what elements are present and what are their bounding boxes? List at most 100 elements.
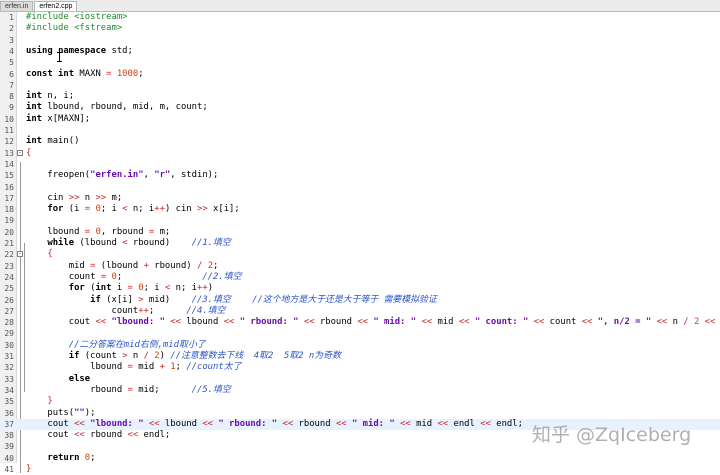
code-token: mid <box>132 362 160 373</box>
code-token: "erfen.in" <box>90 170 144 181</box>
code-line[interactable]: 7 <box>0 80 720 91</box>
code-token: " rbound: " <box>239 317 299 328</box>
code-token: namespace <box>58 45 107 56</box>
tab-erfen2-cpp[interactable]: erfen2.cpp <box>34 1 78 11</box>
fold-toggle-icon[interactable]: - <box>17 251 23 258</box>
code-token: rbound) <box>148 260 197 271</box>
line-number: 36 <box>4 408 14 418</box>
code-token: m; <box>154 226 171 237</box>
code-line[interactable]: 18 for (i = 0; i < n; i++) cin >> x[i]; <box>0 204 720 215</box>
code-line[interactable]: 33 else <box>0 374 720 385</box>
line-number: 37 <box>4 419 14 429</box>
code-token: << <box>282 418 294 429</box>
code-line[interactable]: 17 cin >> n >> m; <box>0 193 720 204</box>
code-text: puts(""); <box>26 408 95 419</box>
code-line[interactable]: 19 <box>0 215 720 226</box>
code-text: int x[MAXN]; <box>26 114 90 125</box>
code-token: ; <box>90 452 96 463</box>
code-line[interactable]: 26 if (x[i] > mid) //3.填空 //这个地方是大于还是大于等… <box>0 295 720 306</box>
code-text: //二分答案在mid右侧,mid取小了 <box>26 340 206 351</box>
line-number: 8 <box>9 92 14 102</box>
code-line[interactable]: 10 int x[MAXN]; <box>0 114 720 125</box>
code-text: lbound = mid + 1; //count太了 <box>26 362 241 373</box>
code-token: using <box>26 45 53 56</box>
code-token: i <box>111 283 128 294</box>
code-token: mid) <box>143 294 192 305</box>
code-line[interactable]: 16 <box>0 182 720 193</box>
code-token: "r" <box>154 170 171 181</box>
code-token: << <box>127 430 139 441</box>
code-token: ) <box>159 351 171 361</box>
code-line[interactable]: 29 <box>0 328 720 339</box>
code-line[interactable]: 24 count = 0; //2.填空 <box>0 272 720 283</box>
code-line[interactable]: 8 int n, i; <box>0 91 720 102</box>
code-line[interactable]: 15 freopen("erfen.in", "r", stdin); <box>0 170 720 181</box>
line-number: 1 <box>9 13 14 22</box>
line-number: 40 <box>4 453 14 463</box>
code-line[interactable]: 25 for (int i = 0; i < n; i++) <box>0 283 720 294</box>
code-line[interactable]: 11 <box>0 125 720 136</box>
code-line[interactable]: 22- { <box>0 249 720 260</box>
code-line[interactable]: 41} <box>0 464 720 475</box>
code-text: int main() <box>26 136 79 147</box>
code-line[interactable]: 28 cout << "lbound: " << lbound << " rbo… <box>0 317 720 328</box>
code-text: rbound = mid; //5.填空 <box>26 385 231 396</box>
code-token: mid <box>410 418 438 429</box>
code-token: (x[i] <box>100 294 139 305</box>
code-line[interactable]: 35 } <box>0 396 720 407</box>
code-line[interactable]: 30 //二分答案在mid右侧,mid取小了 <box>0 340 720 351</box>
code-token: int <box>26 102 43 113</box>
line-number: 29 <box>4 329 14 339</box>
code-line[interactable]: 20 lbound = 0, rbound = m; <box>0 227 720 238</box>
code-token: endl; <box>715 317 720 327</box>
code-line[interactable]: 21 while (lbound < rbound) //1.填空 <box>0 238 720 249</box>
code-line[interactable]: 6 const int MAXN = 1000; <box>0 69 720 80</box>
fold-toggle-icon[interactable]: - <box>17 149 23 156</box>
code-line[interactable]: 36 puts(""); <box>0 408 720 419</box>
code-line[interactable]: 5 <box>0 57 720 68</box>
tab-erfen-in[interactable]: erfen.in <box>0 1 34 11</box>
code-line[interactable]: 2 #include <fstream> <box>0 23 720 34</box>
code-token: << <box>480 418 491 429</box>
code-token: rbound) <box>127 238 192 248</box>
code-line[interactable]: 14 <box>0 159 720 170</box>
code-token: , <box>143 170 155 181</box>
code-token: n, i; <box>42 91 75 102</box>
line-number: 39 <box>4 442 14 452</box>
line-number: 3 <box>9 35 14 45</box>
code-token: //2.填空 <box>202 271 242 282</box>
line-number: 25 <box>4 284 14 294</box>
code-token: ; <box>175 362 187 373</box>
code-line[interactable]: 3 <box>0 35 720 46</box>
code-token: << <box>704 317 716 328</box>
code-line[interactable]: 12 int main() <box>0 136 720 147</box>
code-token: << <box>437 418 449 429</box>
code-line[interactable]: 23 mid = (lbound + rbound) / 2; <box>0 261 720 272</box>
code-token: << <box>533 317 545 328</box>
code-line[interactable]: 34 rbound = mid; //5.填空 <box>0 385 720 396</box>
code-line[interactable]: 4 using namespace std; <box>0 46 720 57</box>
code-line[interactable]: 32 lbound = mid + 1; //count太了 <box>0 362 720 373</box>
code-line[interactable]: 27 count++; //4.填空 <box>0 306 720 317</box>
code-line[interactable]: 1 #include <iostream> <box>0 12 720 23</box>
code-token: ; i <box>100 204 123 215</box>
code-editor[interactable]: 1 #include <iostream> 2 #include <fstream> 3… <box>0 12 720 474</box>
line-number: 4 <box>9 46 14 56</box>
code-token: x[MAXN]; <box>42 113 91 124</box>
code-text: const int MAXN = 1000; <box>26 69 144 80</box>
code-text: if (count > n / 2) //注意整数去下线 4取2 5取2 n为奇… <box>26 351 341 362</box>
code-line[interactable]: 31 if (count > n / 2) //注意整数去下线 4取2 5取2 … <box>0 351 720 362</box>
code-text: mid = (lbound + rbound) / 2; <box>26 260 219 272</box>
code-line[interactable]: 9 int lbound, rbound, mid, m, count; <box>0 102 720 113</box>
code-line[interactable]: 40 return 0; <box>0 453 720 464</box>
line-number: 26 <box>4 295 14 305</box>
code-token: int <box>95 283 112 294</box>
code-token: //注意整数去下线 4取2 5取2 n为奇数 <box>170 351 341 361</box>
code-text: if (x[i] > mid) //3.填空 //这个地方是大于还是大于等于 需… <box>26 295 437 306</box>
code-token: "lbound: " <box>111 317 165 328</box>
line-number: 16 <box>4 182 14 192</box>
code-line[interactable]: 13-{ <box>0 148 720 159</box>
